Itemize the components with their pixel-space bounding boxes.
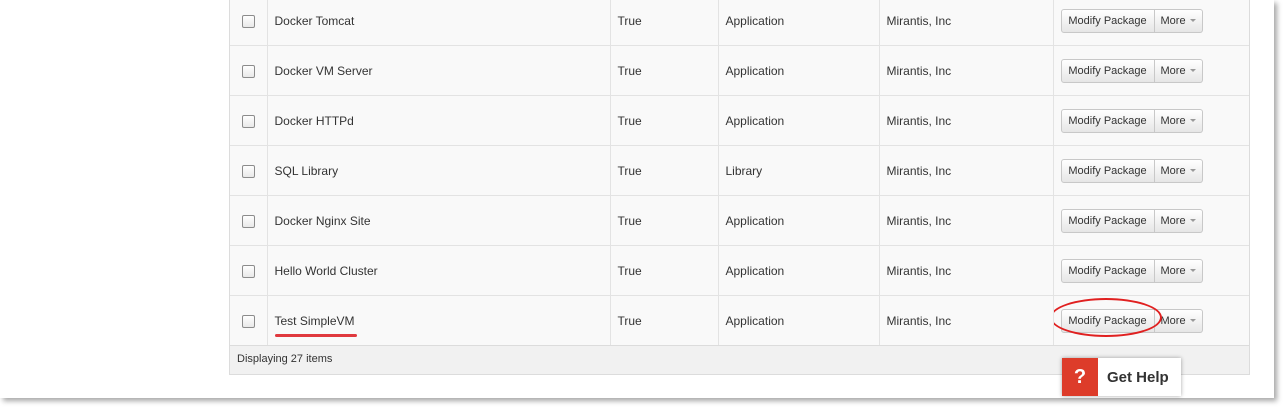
package-type: Library (717, 145, 879, 196)
row-select-cell (230, 145, 267, 196)
row-checkbox[interactable] (241, 264, 255, 278)
package-active: True (609, 195, 718, 246)
modify-package-button[interactable]: Modify Package (1060, 158, 1155, 183)
modify-package-button[interactable]: Modify Package (1060, 108, 1155, 133)
more-dropdown-button[interactable]: More (1154, 8, 1203, 33)
more-label: More (1160, 64, 1186, 77)
package-owner: Mirantis, Inc (878, 195, 1053, 246)
row-checkbox[interactable] (241, 164, 255, 178)
package-name: Hello World Cluster (266, 245, 610, 296)
row-actions-group: Modify Package More (1054, 297, 1203, 337)
more-label: More (1160, 14, 1186, 27)
more-dropdown-button[interactable]: More (1154, 258, 1203, 283)
row-select-cell (230, 195, 267, 246)
chevron-down-icon (1189, 119, 1196, 122)
more-label: More (1160, 264, 1186, 277)
row-select-cell (230, 95, 267, 146)
table-row: Docker HTTPd True Application Mirantis, … (230, 95, 1249, 146)
more-dropdown-button[interactable]: More (1154, 208, 1203, 233)
chevron-down-icon (1189, 19, 1196, 22)
row-actions-group: Modify Package More (1060, 108, 1203, 133)
package-type: Application (717, 245, 879, 296)
package-active: True (609, 45, 718, 96)
modify-package-button[interactable]: Modify Package (1060, 8, 1155, 33)
package-type: Application (717, 45, 879, 96)
table-row: Docker Nginx Site True Application Miran… (230, 195, 1249, 246)
row-actions-group: Modify Package More (1060, 58, 1203, 83)
more-dropdown-button[interactable]: More (1154, 158, 1203, 183)
package-name: Test SimpleVM (274, 313, 355, 328)
package-active: True (609, 145, 718, 196)
row-select-cell (230, 295, 267, 345)
row-actions: Modify Package More (1052, 245, 1249, 296)
package-active: True (609, 0, 718, 46)
row-checkbox[interactable] (241, 214, 255, 228)
package-type: Application (717, 0, 879, 46)
row-actions: Modify Package More (1052, 295, 1249, 345)
row-select-cell (230, 245, 267, 296)
package-owner: Mirantis, Inc (878, 295, 1053, 345)
table-row: SQL Library True Library Mirantis, Inc M… (230, 145, 1249, 196)
package-name-cell: Test SimpleVM (266, 295, 610, 345)
package-name: Docker Tomcat (266, 0, 610, 46)
chevron-down-icon (1189, 169, 1196, 172)
row-actions: Modify Package More (1052, 95, 1249, 146)
chevron-down-icon (1189, 69, 1196, 72)
package-name: Docker VM Server (266, 45, 610, 96)
row-checkbox[interactable] (241, 114, 255, 128)
row-actions: Modify Package More (1052, 0, 1249, 46)
modify-package-button[interactable]: Modify Package (1060, 58, 1155, 83)
package-active: True (609, 95, 718, 146)
row-actions-group: Modify Package More (1060, 258, 1203, 283)
row-actions-group: Modify Package More (1060, 208, 1203, 233)
row-actions: Modify Package More (1052, 45, 1249, 96)
table-row: Docker Tomcat True Application Mirantis,… (230, 0, 1249, 46)
package-owner: Mirantis, Inc (878, 0, 1053, 46)
row-actions: Modify Package More (1052, 195, 1249, 246)
more-dropdown-button[interactable]: More (1154, 58, 1203, 83)
package-name: SQL Library (266, 145, 610, 196)
more-label: More (1160, 314, 1186, 327)
package-owner: Mirantis, Inc (878, 95, 1053, 146)
row-checkbox[interactable] (241, 14, 255, 28)
modify-package-button[interactable]: Modify Package (1060, 258, 1155, 283)
row-select-cell (230, 0, 267, 46)
row-actions-group: Modify Package More (1060, 158, 1203, 183)
modify-package-button[interactable]: Modify Package (1060, 308, 1155, 333)
page-surface: Docker Tomcat True Application Mirantis,… (0, 0, 1274, 398)
more-label: More (1160, 164, 1186, 177)
row-checkbox[interactable] (241, 314, 255, 328)
package-type: Application (717, 195, 879, 246)
package-owner: Mirantis, Inc (878, 245, 1053, 296)
question-icon: ? (1062, 358, 1098, 396)
row-actions: Modify Package More (1052, 145, 1249, 196)
package-name: Docker HTTPd (266, 95, 610, 146)
annotation-underline (274, 333, 357, 337)
row-checkbox[interactable] (241, 64, 255, 78)
package-owner: Mirantis, Inc (878, 45, 1053, 96)
package-type: Application (717, 295, 879, 345)
more-dropdown-button[interactable]: More (1154, 108, 1203, 133)
row-actions-group: Modify Package More (1060, 8, 1203, 33)
modify-package-button[interactable]: Modify Package (1060, 208, 1155, 233)
package-active: True (609, 245, 718, 296)
package-active: True (609, 295, 718, 345)
more-label: More (1160, 114, 1186, 127)
row-select-cell (230, 45, 267, 96)
chevron-down-icon (1189, 319, 1196, 322)
get-help-button[interactable]: ? Get Help (1062, 358, 1181, 396)
table-row: Test SimpleVM True Application Mirantis,… (230, 295, 1249, 345)
package-owner: Mirantis, Inc (878, 145, 1053, 196)
package-name: Docker Nginx Site (266, 195, 610, 246)
table-row: Hello World Cluster True Application Mir… (230, 245, 1249, 296)
more-dropdown-button[interactable]: More (1154, 308, 1203, 333)
packages-table: Docker Tomcat True Application Mirantis,… (229, 0, 1250, 375)
chevron-down-icon (1189, 219, 1196, 222)
get-help-label: Get Help (1107, 368, 1169, 386)
chevron-down-icon (1189, 269, 1196, 272)
table-row: Docker VM Server True Application Mirant… (230, 45, 1249, 96)
package-name-highlighted: Test SimpleVM (274, 313, 357, 337)
package-type: Application (717, 95, 879, 146)
more-label: More (1160, 214, 1186, 227)
